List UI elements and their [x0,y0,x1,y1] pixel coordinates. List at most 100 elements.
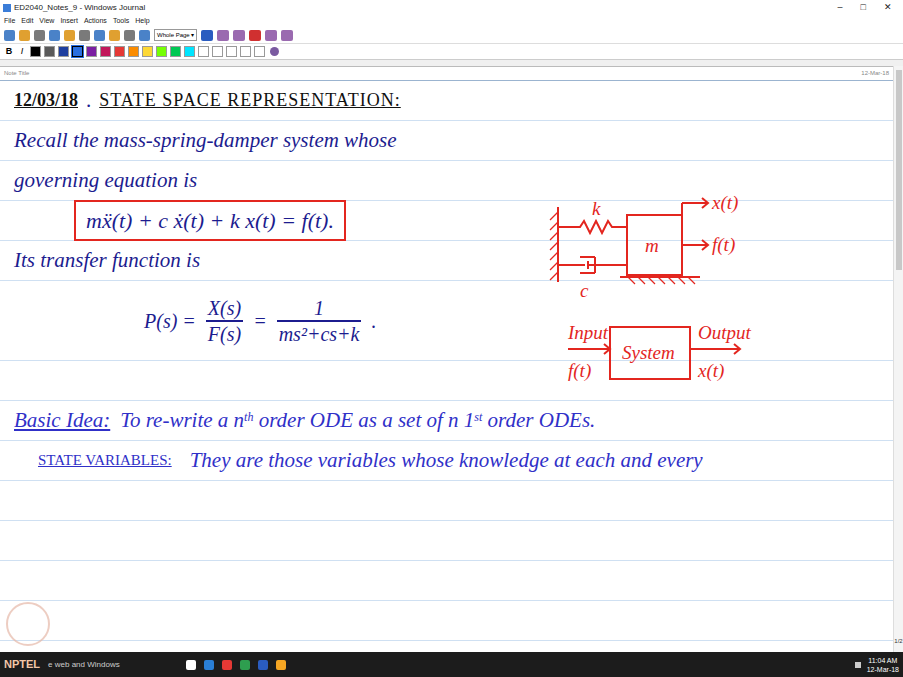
nptel-logo: NPTEL [4,656,40,673]
svg-text:x(t): x(t) [711,192,738,214]
svg-text:x(t): x(t) [697,360,724,382]
separator: . [86,85,91,117]
window-control[interactable]: ✕ [884,1,892,15]
tool-icon[interactable] [34,30,45,41]
tool-icon[interactable] [19,30,30,41]
pen-icon[interactable] [201,30,213,41]
pen-icon[interactable] [249,30,261,41]
taskbar-app-icon[interactable] [222,660,232,670]
text-line: Recall the mass-spring-damper system who… [0,121,893,161]
window-control[interactable]: – [838,1,843,15]
color-swatch[interactable] [44,46,55,57]
zoom-select[interactable]: Whole Page ▾ [154,29,197,41]
basic-idea-line: Basic Idea:To re-write a nth order ODE a… [0,401,893,441]
color-swatch[interactable] [156,46,167,57]
color-swatch[interactable] [142,46,153,57]
note-text: governing equation is [14,165,197,197]
settings-icon[interactable] [270,47,279,56]
svg-text:f(t): f(t) [568,360,591,382]
color-swatch[interactable] [128,46,139,57]
app-icon [3,4,11,12]
section-heading: STATE SPACE REPRESENTATION: [99,87,401,114]
color-swatch[interactable] [100,46,111,57]
svg-text:c: c [580,280,589,301]
color-swatch[interactable] [30,46,41,57]
empty-line [0,601,893,641]
note-title-label: Note Title [4,69,29,78]
taskbar-app-icon[interactable] [276,660,286,670]
menu-item[interactable]: Help [135,16,149,27]
svg-text:m: m [645,235,659,256]
workspace: Note Title12-Mar-1812/03/18.STATE SPACE … [0,60,903,652]
state-variables-line: STATE VARIABLES:They are those variables… [0,441,893,481]
color-swatch[interactable] [86,46,97,57]
format-button[interactable]: B [4,45,14,59]
toolbar: Whole Page ▾ [0,27,903,44]
tool-icon[interactable] [109,30,120,41]
pen-icon[interactable] [281,30,293,41]
empty-line [0,521,893,561]
pen-icon[interactable] [265,30,277,41]
note-header: Note Title 12-Mar-18 [0,67,893,81]
title-bar: ED2040_Notes_9 - Windows Journal – □ ✕ [0,0,903,15]
heading-line: 12/03/18.STATE SPACE REPRESENTATION: [0,81,893,121]
taskbar-app-icon[interactable] [240,660,250,670]
mass-spring-damper-diagram: kmcx(t)f(t)Inputf(t)SystemOutputx(t) [540,187,870,397]
menu-item[interactable]: View [39,16,54,27]
tray-icon[interactable] [855,662,861,668]
clock-time: 11:04 AM [868,656,897,665]
basic-idea-label: Basic Idea: [14,405,110,437]
menu-item[interactable]: Tools [113,16,129,27]
scrollbar[interactable]: 1/2 [893,66,903,652]
text-line: Its transfer function is [0,241,893,281]
format-toolbar: BI [0,44,903,60]
pen-icon[interactable] [217,30,229,41]
color-swatch[interactable] [170,46,181,57]
menu-item[interactable]: Edit [21,16,33,27]
menu-item[interactable]: File [4,16,15,27]
color-swatch[interactable] [226,46,237,57]
nptel-watermark-icon [6,602,50,646]
tool-icon[interactable] [79,30,90,41]
window-control[interactable]: □ [861,1,866,15]
empty-line [0,481,893,521]
equation-box: mẍ(t) + c ẋ(t) + k x(t) = f(t). [74,200,346,241]
tool-icon[interactable] [139,30,150,41]
taskbar-app-icon[interactable] [258,660,268,670]
note-page: Note Title12-Mar-1812/03/18.STATE SPACE … [0,66,893,652]
color-swatch[interactable] [240,46,251,57]
note-text: Recall the mass-spring-damper system who… [14,125,397,157]
menu-item[interactable]: Insert [60,16,78,27]
tool-icon[interactable] [94,30,105,41]
app-window: ED2040_Notes_9 - Windows Journal–□✕FileE… [0,0,903,677]
note-text: They are those variables whose knowledge… [190,445,703,477]
tool-icon[interactable] [49,30,60,41]
color-swatch[interactable] [198,46,209,57]
note-text: Its transfer function is [14,245,200,277]
svg-text:f(t): f(t) [712,234,735,256]
taskbar-app-icon[interactable] [186,660,196,670]
window-title: ED2040_Notes_9 - Windows Journal [14,2,145,14]
note-date: 12-Mar-18 [861,69,889,78]
svg-text:Output: Output [698,322,752,343]
tool-icon[interactable] [64,30,75,41]
color-swatch[interactable] [58,46,69,57]
scroll-thumb[interactable] [896,70,902,270]
format-button[interactable]: I [17,45,27,59]
color-swatch[interactable] [184,46,195,57]
text-line: governing equation is [0,161,893,201]
tool-icon[interactable] [124,30,135,41]
color-swatch[interactable] [114,46,125,57]
pen-icon[interactable] [233,30,245,41]
menu-item[interactable]: Actions [84,16,107,27]
search-box[interactable]: e web and Windows [48,659,178,671]
tool-icon[interactable] [4,30,15,41]
color-swatch[interactable] [254,46,265,57]
svg-text:System: System [622,342,675,363]
clock-date: 12-Mar-18 [867,665,899,674]
transfer-function-line: P(s) =X(s)F(s)=1ms²+cs+k. [0,281,893,361]
taskbar-app-icon[interactable] [204,660,214,670]
color-swatch[interactable] [72,46,83,57]
transfer-function: P(s) =X(s)F(s)=1ms²+cs+k. [144,296,376,346]
color-swatch[interactable] [212,46,223,57]
